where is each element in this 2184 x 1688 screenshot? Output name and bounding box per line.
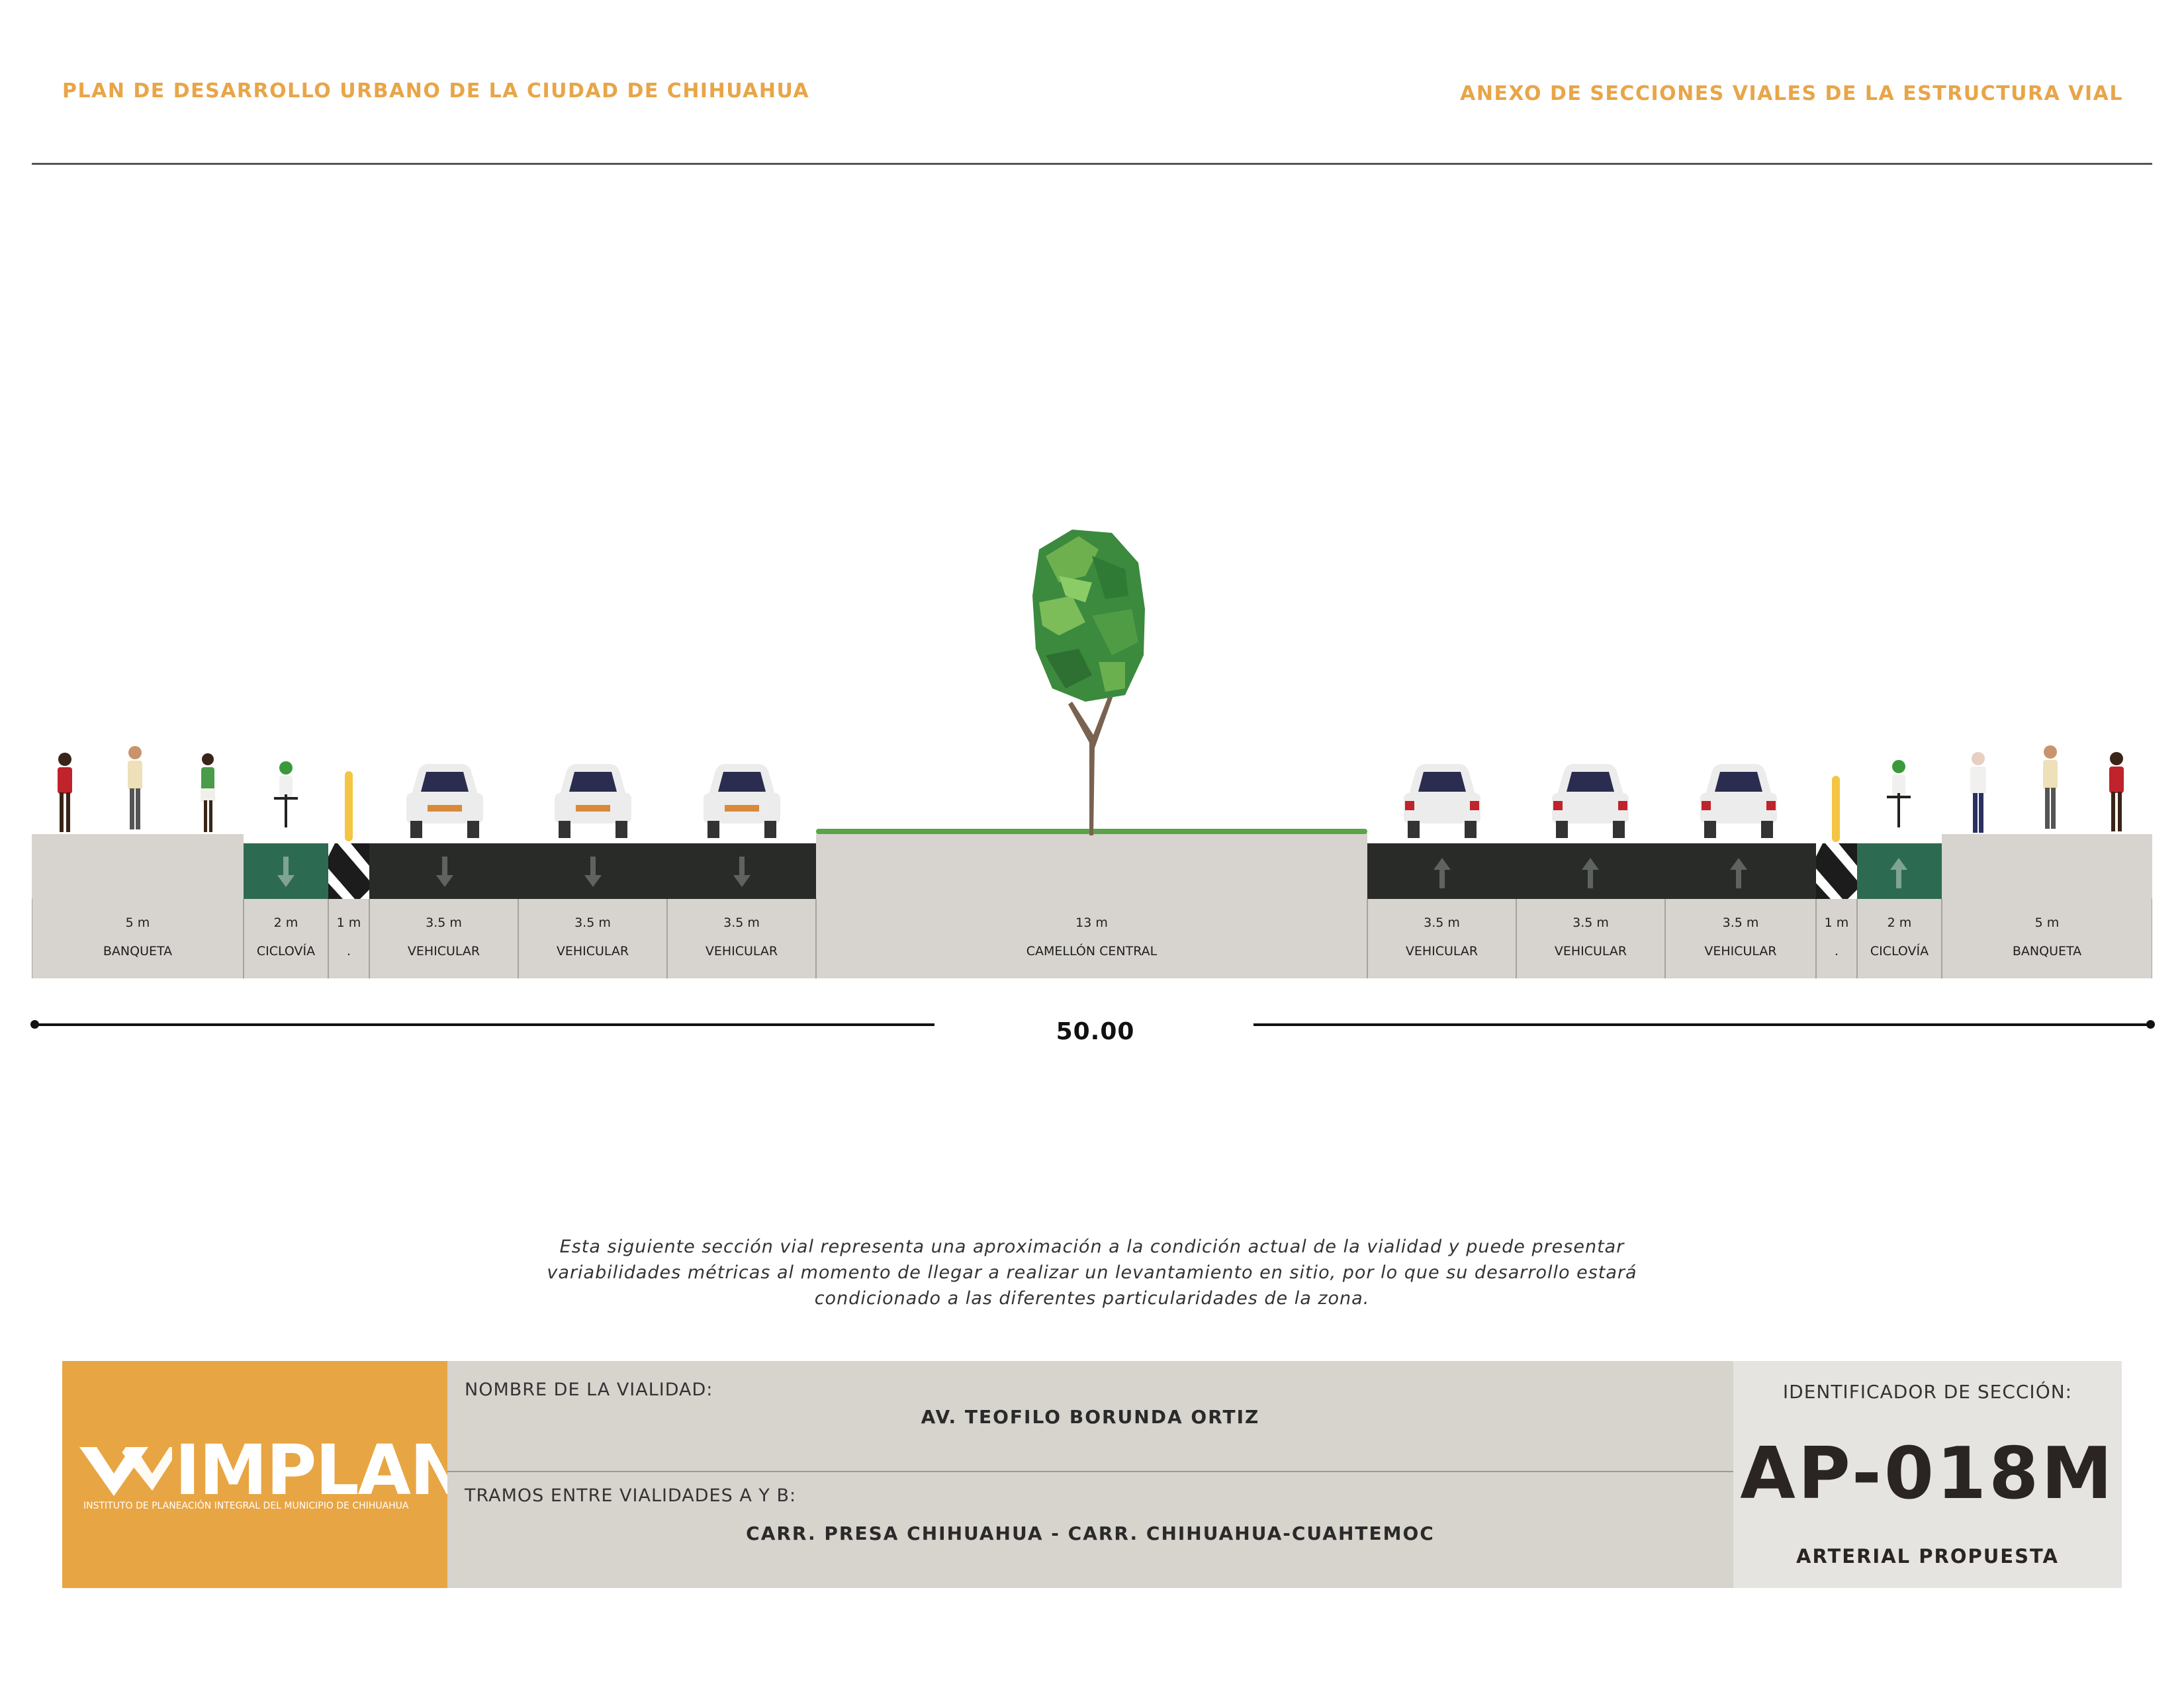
- car-rear-icon: [1700, 764, 1777, 838]
- road-info-panel: NOMBRE DE LA VIALIDAD: AV. TEOFILO BORUN…: [447, 1361, 1733, 1588]
- disclaimer-line: variabilidades métricas al momento de ll…: [547, 1262, 1637, 1283]
- tree-icon: [1032, 530, 1145, 835]
- segment-cell: 3.5 m VEHICULAR: [667, 899, 816, 978]
- pedestrian-icon: [58, 753, 72, 832]
- segment-cell: 13 m CAMELLÓN CENTRAL: [816, 899, 1367, 978]
- segment-label: BANQUETA: [103, 944, 173, 959]
- segment-label: VEHICULAR: [1704, 944, 1777, 959]
- pedestrian-icon: [2109, 752, 2124, 831]
- pedestrian-icon: [1970, 752, 1986, 833]
- arrow-down-icon: [584, 857, 602, 887]
- section-id-code: AP-018M: [1740, 1432, 2115, 1515]
- disclaimer-line: condicionado a las diferentes particular…: [814, 1288, 1370, 1309]
- arrow-up-icon: [1582, 858, 1599, 888]
- segment-label: BANQUETA: [2012, 944, 2082, 959]
- section-id-label: IDENTIFICADOR DE SECCIÓN:: [1782, 1381, 2073, 1403]
- segment-cell: 3.5 m VEHICULAR: [1665, 899, 1816, 978]
- pedestrian-icon: [2043, 745, 2058, 829]
- segment-width: 3.5 m: [574, 915, 611, 930]
- segment-label: CAMELLÓN CENTRAL: [1026, 944, 1158, 959]
- car-front-icon: [704, 764, 780, 838]
- segment-width: 3.5 m: [1572, 915, 1609, 930]
- segment-label: TRAMOS ENTRE VIALIDADES A Y B:: [465, 1485, 797, 1506]
- dimension-line-left: [34, 1023, 934, 1026]
- segment-label: .: [1834, 944, 1839, 959]
- segment-width: 3.5 m: [723, 915, 760, 930]
- segment-width: 1 m: [1824, 915, 1849, 930]
- segment-width: 2 m: [273, 915, 298, 930]
- cyclist-icon: [274, 761, 298, 827]
- segment-cell: 3.5 m VEHICULAR: [518, 899, 667, 978]
- road-name-label: NOMBRE DE LA VIALIDAD:: [465, 1380, 713, 1400]
- car-front-icon: [555, 764, 631, 838]
- segment-width: 3.5 m: [1722, 915, 1759, 930]
- title-block: IMPLAN INSTITUTO DE PLANEACIÓN INTEGRAL …: [62, 1361, 2122, 1588]
- road-classification: ARTERIAL PROPUESTA: [1796, 1545, 2059, 1568]
- dimension-line-right: [1253, 1023, 2151, 1026]
- segment-label: VEHICULAR: [1405, 944, 1479, 959]
- segment-width: 3.5 m: [1424, 915, 1460, 930]
- segment-cell: 5 m BANQUETA: [1942, 899, 2152, 978]
- segment-cell: 1 m.: [1816, 899, 1857, 978]
- segment-width: 5 m: [125, 915, 150, 930]
- segment-label: VEHICULAR: [705, 944, 778, 959]
- implan-logo-panel: IMPLAN INSTITUTO DE PLANEACIÓN INTEGRAL …: [62, 1361, 467, 1588]
- segment-cell: 1 m.: [328, 899, 369, 978]
- arrow-up-icon: [1730, 858, 1747, 888]
- segment-cell: 5 m BANQUETA: [32, 899, 244, 978]
- disclaimer-line: Esta siguiente sección vial representa u…: [559, 1237, 1625, 1257]
- total-width: 50.00: [1056, 1018, 1135, 1045]
- segment-width: 2 m: [1887, 915, 1912, 930]
- segment-width: 5 m: [2034, 915, 2060, 930]
- segment-label: VEHICULAR: [1554, 944, 1627, 959]
- segment-cell: 2 m CICLOVÍA: [244, 899, 328, 978]
- pedestrian-icon: [128, 746, 142, 829]
- segment-cell: 3.5 m VEHICULAR: [1367, 899, 1516, 978]
- segment-label: CICLOVÍA: [1870, 944, 1929, 959]
- section-id-panel: IDENTIFICADOR DE SECCIÓN: AP-018M ARTERI…: [1733, 1361, 2122, 1588]
- segment-width: 3.5 m: [426, 915, 462, 930]
- pedestrian-icon: [201, 753, 215, 832]
- implan-subtitle: INSTITUTO DE PLANEACIÓN INTEGRAL DEL MUN…: [83, 1501, 409, 1511]
- bollard-icon: [345, 771, 353, 841]
- segment-label: .: [346, 944, 351, 959]
- panel-divider: [447, 1471, 1733, 1472]
- implan-wordmark: IMPLAN: [175, 1430, 467, 1511]
- implan-logo-mark-icon: [79, 1447, 172, 1496]
- arrow-down-icon: [733, 857, 751, 887]
- arrow-up-icon: [1433, 858, 1451, 888]
- arrow-down-icon: [436, 857, 453, 887]
- car-rear-icon: [1552, 764, 1629, 838]
- cyclist-icon: [1887, 760, 1911, 827]
- segment-width: 1 m: [336, 915, 361, 930]
- segment-cell: 2 m CICLOVÍA: [1857, 899, 1942, 978]
- segment-label: CICLOVÍA: [256, 944, 316, 959]
- disclaimer-text: Esta siguiente sección vial representa u…: [463, 1234, 1721, 1311]
- road-name: AV. TEOFILO BORUNDA ORTIZ: [921, 1406, 1260, 1428]
- car-rear-icon: [1404, 764, 1480, 838]
- road-cross-section: 5 m BANQUETA 2 m CICLOVÍA 1 m. 3.5 m VEHICU…: [0, 0, 2184, 1059]
- bollard-icon: [1832, 776, 1840, 842]
- segment-label: VEHICULAR: [556, 944, 629, 959]
- dimension-end-dot: [2146, 1020, 2155, 1029]
- segment-value: CARR. PRESA CHIHUAHUA - CARR. CHIHUAHUA-…: [746, 1523, 1435, 1544]
- car-front-icon: [406, 764, 483, 838]
- segment-width: 13 m: [1075, 915, 1108, 930]
- segment-label: VEHICULAR: [407, 944, 480, 959]
- segment-cell: 3.5 m VEHICULAR: [1516, 899, 1665, 978]
- segment-cell: 3.5 m VEHICULAR: [369, 899, 518, 978]
